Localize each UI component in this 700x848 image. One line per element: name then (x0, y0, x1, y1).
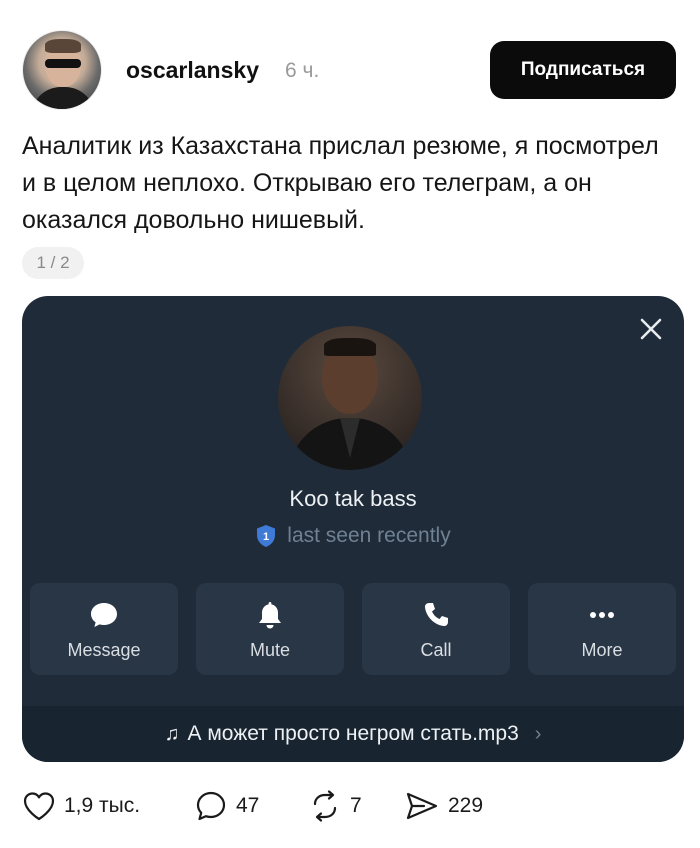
send-icon (406, 792, 438, 820)
contact-name: Koo tak bass (289, 486, 417, 511)
music-note-icon: ♫ (164, 722, 180, 745)
post-header: oscarlansky 6 ч. Подписаться (22, 30, 678, 110)
mute-button[interactable]: Mute (196, 583, 344, 675)
post-actions: 1,9 тыс. 47 7 229 (22, 786, 682, 826)
comments-count: 47 (236, 794, 260, 817)
comment-icon (196, 791, 226, 821)
share-button[interactable]: 229 (404, 786, 483, 826)
more-label: More (581, 640, 623, 660)
contact-status: 1 last seen recently (22, 524, 684, 548)
telegram-profile-card[interactable]: Koo tak bass 1 last seen recently Messag… (22, 296, 684, 762)
bell-icon (259, 602, 281, 629)
shield-icon: 1 (257, 525, 276, 547)
shares-count: 229 (448, 794, 484, 817)
call-label: Call (420, 640, 452, 660)
heart-icon (23, 792, 55, 821)
message-label: Message (67, 640, 141, 660)
username[interactable]: oscarlansky (126, 57, 259, 84)
chevron-right-icon: › (534, 722, 542, 745)
more-button[interactable]: More (528, 583, 676, 675)
action-buttons: Message Mute Call More (30, 583, 676, 675)
user-avatar[interactable] (22, 30, 102, 110)
more-icon (590, 612, 614, 618)
post-time: 6 ч. (285, 59, 320, 82)
repost-button[interactable]: 7 (308, 786, 362, 826)
profile-music-bar[interactable]: ♫ А может просто негром стать.mp3 › (22, 706, 684, 762)
call-button[interactable]: Call (362, 583, 510, 675)
like-button[interactable]: 1,9 тыс. (22, 786, 140, 826)
likes-count: 1,9 тыс. (64, 794, 141, 817)
image-pager: 1 / 2 (22, 247, 84, 279)
phone-icon (424, 603, 448, 627)
message-icon (91, 603, 117, 627)
status-badge: 1 (263, 531, 269, 543)
last-seen-text: last seen recently (287, 524, 451, 547)
contact-avatar (278, 326, 422, 470)
post-text: Аналитик из Казахстана прислал резюме, я… (22, 132, 659, 234)
mute-label: Mute (249, 640, 291, 660)
close-icon[interactable] (636, 314, 666, 344)
reposts-count: 7 (350, 794, 362, 817)
repost-icon (313, 790, 337, 822)
message-button[interactable]: Message (30, 583, 178, 675)
subscribe-button[interactable]: Подписаться (490, 41, 676, 99)
comment-button[interactable]: 47 (194, 786, 259, 826)
music-track-title: А может просто негром стать.mp3 (187, 722, 519, 745)
